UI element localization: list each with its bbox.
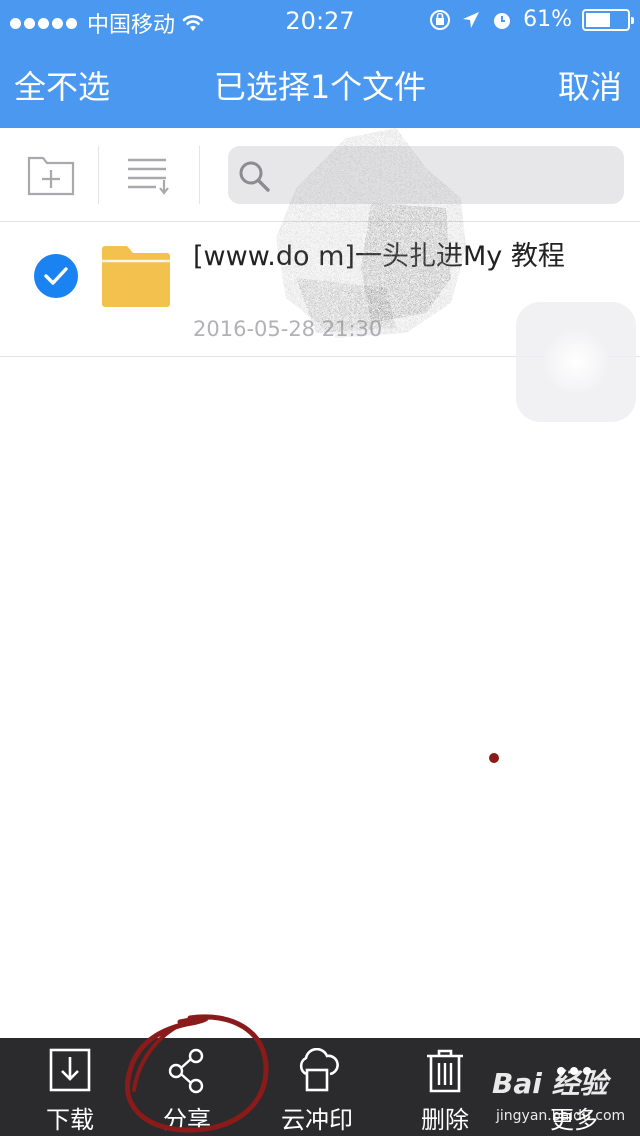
download-button[interactable]: 下载 bbox=[10, 1038, 130, 1136]
orientation-lock-icon bbox=[430, 9, 451, 30]
more-icon bbox=[557, 1067, 591, 1075]
bottom-action-bar: 下载 分享 云冲印 删除 更多 bbox=[0, 1038, 640, 1136]
folder-icon bbox=[102, 246, 170, 307]
page-title: 已选择1个文件 bbox=[213, 68, 427, 106]
nav-bar: 全不选 已选择1个文件 取消 bbox=[0, 40, 640, 128]
download-label: 下载 bbox=[46, 1106, 94, 1134]
location-arrow-icon bbox=[463, 11, 480, 28]
alarm-icon bbox=[494, 12, 511, 29]
share-button[interactable]: 分享 bbox=[127, 1038, 247, 1136]
red-dot-mark bbox=[489, 753, 499, 763]
more-label: 更多 bbox=[550, 1106, 598, 1134]
sort-list-icon[interactable] bbox=[124, 152, 174, 198]
delete-button[interactable]: 删除 bbox=[385, 1038, 505, 1136]
cancel-button[interactable]: 取消 bbox=[558, 62, 622, 108]
status-bar: 中国移动 20:27 61% bbox=[0, 0, 640, 40]
more-button[interactable]: 更多 bbox=[514, 1038, 634, 1136]
delete-label: 删除 bbox=[421, 1106, 469, 1134]
redaction-scribble bbox=[276, 128, 466, 338]
download-icon bbox=[49, 1048, 91, 1092]
cloud-print-icon bbox=[299, 1048, 339, 1092]
share-label: 分享 bbox=[163, 1106, 211, 1134]
battery-percent: 61% bbox=[523, 7, 572, 32]
trash-icon bbox=[427, 1049, 463, 1093]
share-icon bbox=[168, 1048, 204, 1094]
checkmark-icon[interactable] bbox=[34, 254, 78, 298]
assistive-touch-button[interactable] bbox=[516, 302, 636, 422]
cloud-print-button[interactable]: 云冲印 bbox=[257, 1038, 377, 1136]
battery-icon bbox=[582, 8, 634, 31]
new-folder-icon[interactable] bbox=[26, 152, 76, 198]
cloud-print-label: 云冲印 bbox=[281, 1106, 353, 1134]
header: 中国移动 20:27 61% 全不选 已选择1个文件 取消 bbox=[0, 0, 640, 128]
search-icon bbox=[239, 161, 270, 192]
